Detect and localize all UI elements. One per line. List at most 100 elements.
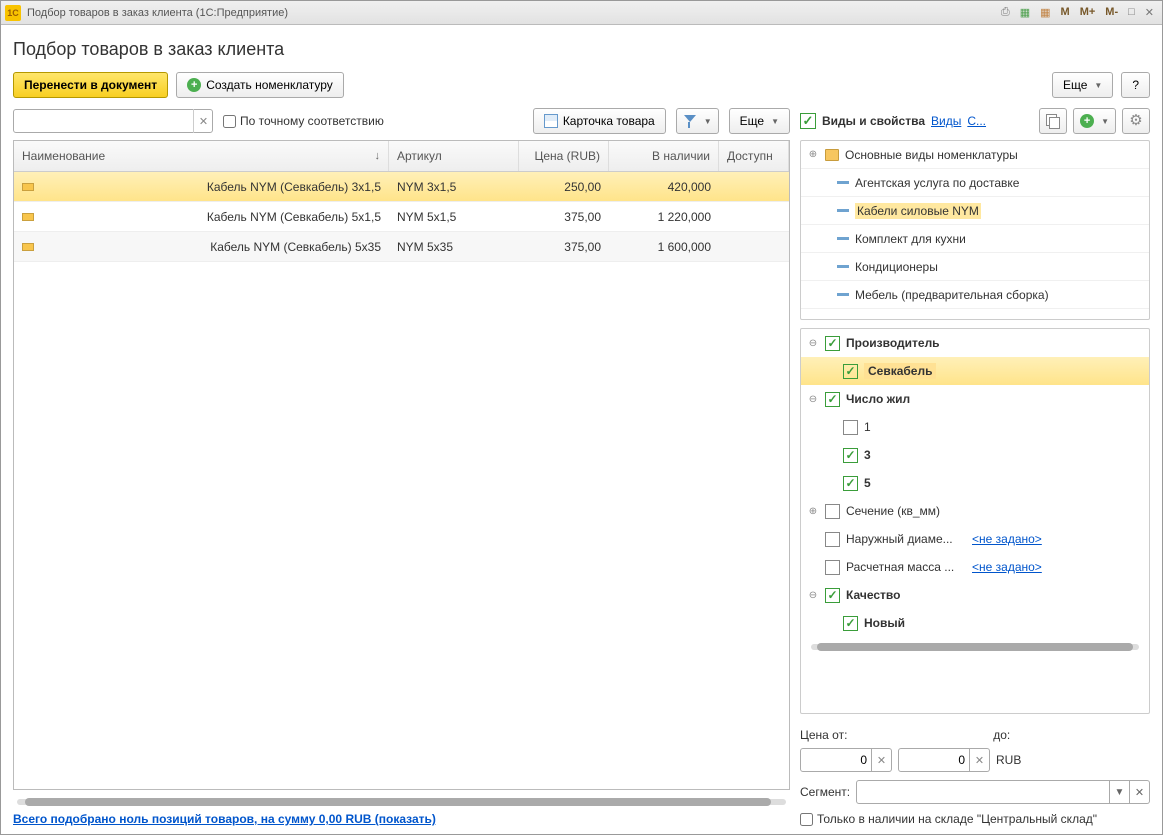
checkbox-icon[interactable]	[843, 420, 858, 435]
print-icon[interactable]: ⎙	[997, 5, 1014, 20]
create-item-button[interactable]: + Создать номенклатуру	[176, 72, 344, 98]
notset-link[interactable]: <не задано>	[972, 560, 1042, 574]
filter-label: 3	[864, 448, 871, 462]
close-icon[interactable]: ✕	[1141, 5, 1158, 20]
card-label: Карточка товара	[563, 114, 655, 128]
col-stock[interactable]: В наличии	[609, 141, 719, 171]
more-button-2[interactable]: Еще ▼	[729, 108, 790, 134]
tree-row[interactable]: Комплект для кухни	[801, 225, 1149, 253]
table-row[interactable]: Кабель NYM (Севкабель) 5x1,5 NYM 5x1,5 3…	[14, 202, 789, 232]
cell-stock: 1 220,000	[609, 210, 719, 224]
stock-only-checkbox[interactable]: Только в наличии на складе "Центральный …	[800, 812, 1150, 826]
stock-only-input[interactable]	[800, 813, 813, 826]
mem-mplus[interactable]: M+	[1076, 5, 1100, 20]
checkbox-icon[interactable]: ✓	[843, 616, 858, 631]
price-to-input[interactable]	[898, 748, 970, 772]
filter-group[interactable]: Расчетная масса ... <не задано>	[801, 553, 1149, 581]
settings-button[interactable]: ⚙	[1122, 108, 1150, 134]
exact-match-checkbox[interactable]: По точному соответствию	[223, 114, 384, 128]
tree-label: Кабели силовые NYM	[855, 203, 981, 219]
more-button[interactable]: Еще ▼	[1052, 72, 1113, 98]
checkbox-icon[interactable]: ✓	[825, 588, 840, 603]
col-avail[interactable]: Доступн	[719, 141, 789, 171]
card-button[interactable]: Карточка товара	[533, 108, 666, 134]
expand-icon[interactable]: ⊕	[807, 149, 819, 160]
exact-match-input[interactable]	[223, 115, 236, 128]
system-buttons: ⎙ ▦ ▦ M M+ M- □ ✕	[997, 5, 1158, 20]
types-link[interactable]: Виды	[931, 114, 961, 128]
notset-link[interactable]: <не задано>	[972, 532, 1042, 546]
exact-match-label: По точному соответствию	[240, 114, 384, 128]
filter-item[interactable]: ✓ 5	[801, 469, 1149, 497]
props-link[interactable]: С...	[967, 114, 986, 128]
filter-on-icon[interactable]: ✓	[800, 113, 816, 129]
filter-item[interactable]: ✓ Севкабель	[801, 357, 1149, 385]
item-type-icon	[837, 265, 849, 268]
tree-row[interactable]: Кондиционеры	[801, 253, 1149, 281]
left-pane: ✕ По точному соответствию Карточка товар…	[13, 108, 790, 826]
checkbox-icon[interactable]: ✓	[843, 476, 858, 491]
filter-group[interactable]: Наружный диаме... <не задано>	[801, 525, 1149, 553]
cell-art: NYM 5x1,5	[389, 210, 519, 224]
mem-mminus[interactable]: M-	[1101, 5, 1122, 20]
calendar-icon[interactable]: ▦	[1036, 5, 1054, 20]
filter-item[interactable]: ✓ Новый	[801, 609, 1149, 637]
collapse-icon[interactable]: ⊖	[807, 590, 819, 601]
chevron-down-icon: ▼	[1094, 81, 1102, 90]
tree-row[interactable]: Кабели силовые NYM	[801, 197, 1149, 225]
checkbox-icon[interactable]	[825, 504, 840, 519]
add-button[interactable]: +▼	[1073, 108, 1116, 134]
filter-group[interactable]: ⊖ ✓ Производитель	[801, 329, 1149, 357]
mem-m[interactable]: M	[1057, 5, 1074, 20]
clear-icon[interactable]: ✕	[1130, 780, 1150, 804]
checkbox-icon[interactable]: ✓	[825, 392, 840, 407]
filter-item[interactable]: ✓ 3	[801, 441, 1149, 469]
filter-group[interactable]: ⊖ ✓ Число жил	[801, 385, 1149, 413]
chevron-down-icon[interactable]: ▼	[1110, 780, 1130, 804]
cell-stock: 1 600,000	[609, 240, 719, 254]
collapse-icon[interactable]: ⊖	[807, 394, 819, 405]
h-scrollbar[interactable]	[13, 796, 790, 806]
filter-label: Наружный диаме...	[846, 532, 966, 546]
checkbox-icon[interactable]: ✓	[825, 336, 840, 351]
expand-icon[interactable]: ⊕	[807, 506, 819, 517]
help-button[interactable]: ?	[1121, 72, 1150, 98]
maximize-icon[interactable]: □	[1124, 5, 1139, 20]
col-name[interactable]: Наименование ↓	[14, 141, 389, 171]
col-price[interactable]: Цена (RUB)	[519, 141, 609, 171]
tree-row[interactable]: ⊕ Основные виды номенклатуры	[801, 141, 1149, 169]
filter-button[interactable]: ▼	[676, 108, 719, 134]
table-row[interactable]: Кабель NYM (Севкабель) 5x35 NYM 5x35 375…	[14, 232, 789, 262]
transfer-button[interactable]: Перенести в документ	[13, 72, 168, 98]
tree-row[interactable]: Мебель (предварительная сборка)	[801, 281, 1149, 309]
app-icon: 1C	[5, 5, 21, 21]
collapse-icon[interactable]: ⊖	[807, 338, 819, 349]
checkbox-icon[interactable]: ✓	[843, 448, 858, 463]
col-article[interactable]: Артикул	[389, 141, 519, 171]
checkbox-icon[interactable]: ✓	[843, 364, 858, 379]
calc-icon[interactable]: ▦	[1016, 5, 1034, 20]
segment-row: Сегмент: ▼ ✕	[800, 780, 1150, 804]
filter-item[interactable]: 1	[801, 413, 1149, 441]
main-toolbar: Перенести в документ + Создать номенклат…	[13, 72, 1150, 98]
summary-link[interactable]: Всего подобрано ноль позиций товаров, на…	[13, 806, 790, 826]
price-from-input[interactable]	[800, 748, 872, 772]
checkbox-icon[interactable]	[825, 532, 840, 547]
item-type-icon	[837, 181, 849, 184]
clear-search-icon[interactable]: ✕	[193, 109, 213, 133]
filter-group[interactable]: ⊕ Сечение (кв_мм)	[801, 497, 1149, 525]
table-row[interactable]: Кабель NYM (Севкабель) 3x1,5 NYM 3x1,5 2…	[14, 172, 789, 202]
item-icon	[22, 243, 34, 251]
copy-button[interactable]	[1039, 108, 1067, 134]
segment-input[interactable]	[856, 780, 1110, 804]
tree-row[interactable]: Агентская услуга по доставке	[801, 169, 1149, 197]
search-input[interactable]	[13, 109, 213, 133]
h-scrollbar[interactable]	[807, 641, 1143, 651]
checkbox-icon[interactable]	[825, 560, 840, 575]
filter-group[interactable]: ⊖ ✓ Качество	[801, 581, 1149, 609]
tree-label: Мебель (предварительная сборка)	[855, 288, 1049, 302]
types-panel: ⊕ Основные виды номенклатуры Агентская у…	[800, 140, 1150, 320]
clear-icon[interactable]: ✕	[872, 748, 892, 772]
filter-label: 1	[864, 420, 871, 434]
clear-icon[interactable]: ✕	[970, 748, 990, 772]
